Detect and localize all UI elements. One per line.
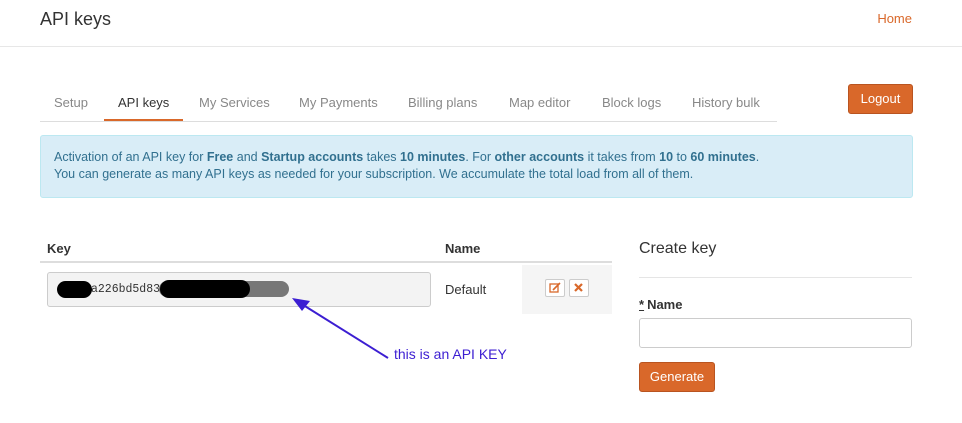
create-key-title: Create key	[639, 240, 717, 257]
generate-button[interactable]: Generate	[639, 362, 715, 392]
create-key-divider	[639, 277, 912, 278]
name-input[interactable]	[639, 318, 912, 348]
required-mark: *	[639, 297, 645, 312]
annotation-label: this is an API KEY	[394, 346, 507, 362]
name-label: * Name	[639, 297, 683, 312]
